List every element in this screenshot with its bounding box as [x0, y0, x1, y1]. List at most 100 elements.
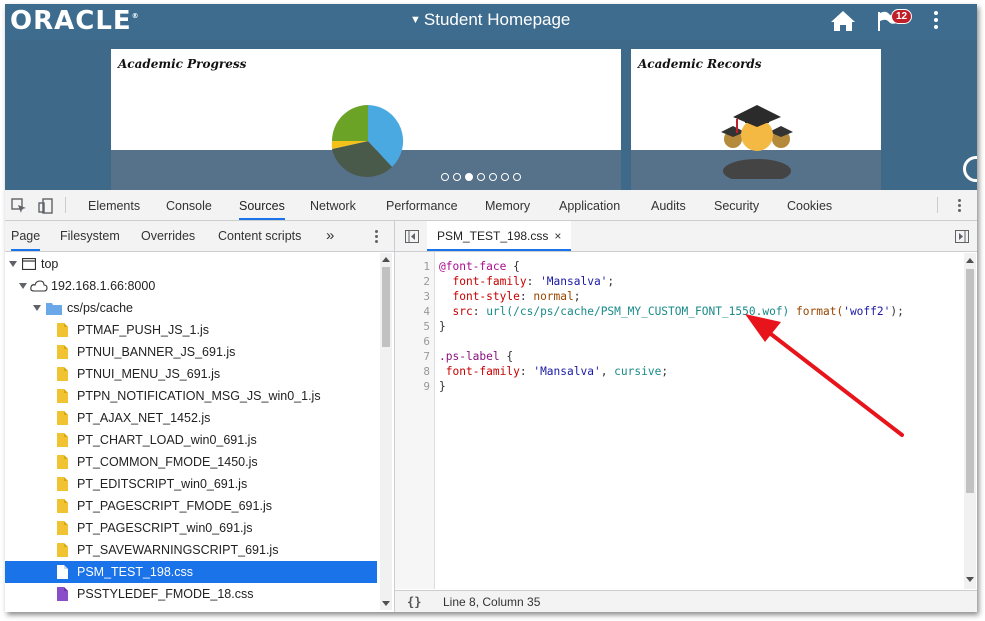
panel-tab-console[interactable]: Console — [166, 190, 212, 220]
line-number[interactable]: 9 — [423, 379, 430, 394]
editor-scrollbar[interactable] — [964, 253, 976, 589]
scroll-up-icon[interactable] — [382, 256, 390, 262]
line-number[interactable]: 3 — [423, 289, 430, 304]
carousel-dot[interactable] — [453, 173, 461, 181]
toggle-navigator-icon[interactable] — [405, 230, 419, 243]
line-number[interactable]: 7 — [423, 349, 430, 364]
script-file-icon — [57, 367, 68, 381]
editor-file-tab[interactable]: PSM_TEST_198.css × — [427, 221, 572, 251]
toolbar-divider — [65, 197, 66, 213]
line-number[interactable]: 8 — [423, 364, 430, 379]
panel-tab-memory[interactable]: Memory — [485, 190, 530, 220]
script-file-icon — [57, 389, 68, 403]
line-number[interactable]: 1 — [423, 259, 430, 274]
carousel-dot[interactable] — [513, 173, 521, 181]
tab-filesystem[interactable]: Filesystem — [60, 221, 120, 251]
carousel-dot[interactable] — [441, 173, 449, 181]
toolbar-divider — [937, 197, 938, 213]
devtools-menu-icon[interactable] — [958, 199, 962, 214]
script-file-icon — [57, 323, 68, 337]
panel-tab-sources[interactable]: Sources — [239, 190, 285, 220]
scroll-up-icon[interactable] — [966, 257, 974, 263]
panel-tab-network[interactable]: Network — [310, 190, 356, 220]
tile-academic-progress[interactable]: Academic Progress — [111, 49, 621, 190]
file-tree-label: PSSTYLEDEF_FMODE_18.css — [77, 587, 254, 601]
code-line-4[interactable]: src: url(/cs/ps/cache/PSM_MY_CUSTOM_FONT… — [439, 304, 903, 319]
panel-tab-performance[interactable]: Performance — [386, 190, 458, 220]
caret-down-icon: ▼ — [410, 14, 421, 26]
file-tree-item[interactable]: PT_CHART_LOAD_win0_691.js — [5, 429, 377, 451]
more-tabs-icon[interactable]: » — [326, 221, 334, 251]
tab-content-scripts[interactable]: Content scripts — [218, 221, 301, 251]
file-tree-item[interactable]: PSSTYLEDEF_FMODE_18.css — [5, 583, 377, 605]
tab-page[interactable]: Page — [11, 221, 41, 251]
more-options-icon[interactable] — [934, 11, 939, 32]
navigator-menu-icon[interactable] — [375, 230, 379, 245]
panel-tab-security[interactable]: Security — [714, 190, 759, 220]
expand-arrow-icon[interactable] — [33, 305, 41, 311]
code-line-3[interactable]: font-style: normal; — [439, 289, 580, 304]
file-tree-label: PT_COMMON_FMODE_1450.js — [77, 455, 258, 469]
file-tree-item[interactable]: PT_SAVEWARNINGSCRIPT_691.js — [5, 539, 377, 561]
file-tree-node[interactable]: 192.168.1.66:8000 — [5, 275, 377, 297]
notification-badge: 12 — [891, 9, 913, 24]
navigator-scrollbar[interactable] — [380, 253, 392, 610]
file-tree-item[interactable]: PT_PAGESCRIPT_win0_691.js — [5, 517, 377, 539]
device-toolbar-icon[interactable] — [38, 198, 54, 214]
scroll-down-icon[interactable] — [382, 601, 390, 607]
devtools-toolbar: Elements Console Sources Network Performance… — [5, 190, 977, 221]
inspect-element-icon[interactable] — [11, 198, 27, 214]
code-line-1[interactable]: @font-face { — [439, 259, 520, 274]
file-tree-label: PTMAF_PUSH_JS_1.js — [77, 323, 209, 337]
expand-arrow-icon[interactable] — [19, 283, 27, 289]
panel-tab-cookies[interactable]: Cookies — [787, 190, 832, 220]
script-file-icon — [57, 543, 68, 557]
carousel-dot[interactable] — [489, 173, 497, 181]
line-number[interactable]: 4 — [423, 304, 430, 319]
file-tree-node[interactable]: cs/ps/cache — [5, 297, 377, 319]
editor-scroll-thumb[interactable] — [966, 269, 974, 493]
carousel-dot[interactable] — [465, 173, 473, 181]
file-tree-item[interactable]: PTNUI_MENU_JS_691.js — [5, 363, 377, 385]
code-line-7[interactable]: .ps-label { — [439, 349, 513, 364]
scroll-down-icon[interactable] — [966, 577, 974, 583]
cursor-position: Line 8, Column 35 — [443, 595, 541, 609]
tile-academic-records[interactable]: Academic Records — [631, 49, 881, 190]
homepage-selector[interactable]: ▼ Student Homepage — [410, 10, 570, 30]
toggle-debugger-icon[interactable] — [955, 230, 969, 243]
code-line-9[interactable]: } — [439, 379, 446, 394]
file-tree-label: PT_PAGESCRIPT_FMODE_691.js — [77, 499, 272, 513]
code-line-5[interactable]: } — [439, 319, 446, 334]
carousel-dot[interactable] — [501, 173, 509, 181]
file-tree-node[interactable]: top — [5, 253, 377, 275]
navigator-scroll-thumb[interactable] — [382, 267, 390, 347]
carousel-dot[interactable] — [477, 173, 485, 181]
oracle-logo[interactable]: ORACLE® — [10, 6, 140, 36]
file-tree-item[interactable]: PSM_TEST_198.css — [5, 561, 377, 583]
panel-tab-elements[interactable]: Elements — [88, 190, 140, 220]
script-file-icon — [57, 345, 68, 359]
line-number[interactable]: 2 — [423, 274, 430, 289]
file-tree-item[interactable]: PTMAF_PUSH_JS_1.js — [5, 319, 377, 341]
tab-overrides[interactable]: Overrides — [141, 221, 195, 251]
file-tree-item[interactable]: PT_PAGESCRIPT_FMODE_691.js — [5, 495, 377, 517]
code-line-8[interactable]: font-family: 'Mansalva', cursive; — [439, 364, 668, 379]
panel-tab-audits[interactable]: Audits — [651, 190, 686, 220]
line-number[interactable]: 5 — [423, 319, 430, 334]
file-tree-item[interactable]: PTNUI_BANNER_JS_691.js — [5, 341, 377, 363]
file-tree-item[interactable]: PT_AJAX_NET_1452.js — [5, 407, 377, 429]
script-file-icon — [57, 411, 68, 425]
file-tree-item[interactable]: PT_COMMON_FMODE_1450.js — [5, 451, 377, 473]
code-line-2[interactable]: font-family: 'Mansalva'; — [439, 274, 614, 289]
tile-title: Academic Progress — [118, 57, 247, 71]
panel-tab-application[interactable]: Application — [559, 190, 620, 220]
home-icon[interactable] — [830, 10, 856, 32]
file-tree-label: PT_CHART_LOAD_win0_691.js — [77, 433, 257, 447]
file-tree-label: PT_SAVEWARNINGSCRIPT_691.js — [77, 543, 279, 557]
pretty-print-icon[interactable]: {} — [407, 591, 421, 612]
line-number[interactable]: 6 — [423, 334, 430, 349]
close-tab-icon[interactable]: × — [554, 229, 561, 243]
file-tree-item[interactable]: PT_EDITSCRIPT_win0_691.js — [5, 473, 377, 495]
file-tree-item[interactable]: PTPN_NOTIFICATION_MSG_JS_win0_1.js — [5, 385, 377, 407]
expand-arrow-icon[interactable] — [9, 261, 17, 267]
